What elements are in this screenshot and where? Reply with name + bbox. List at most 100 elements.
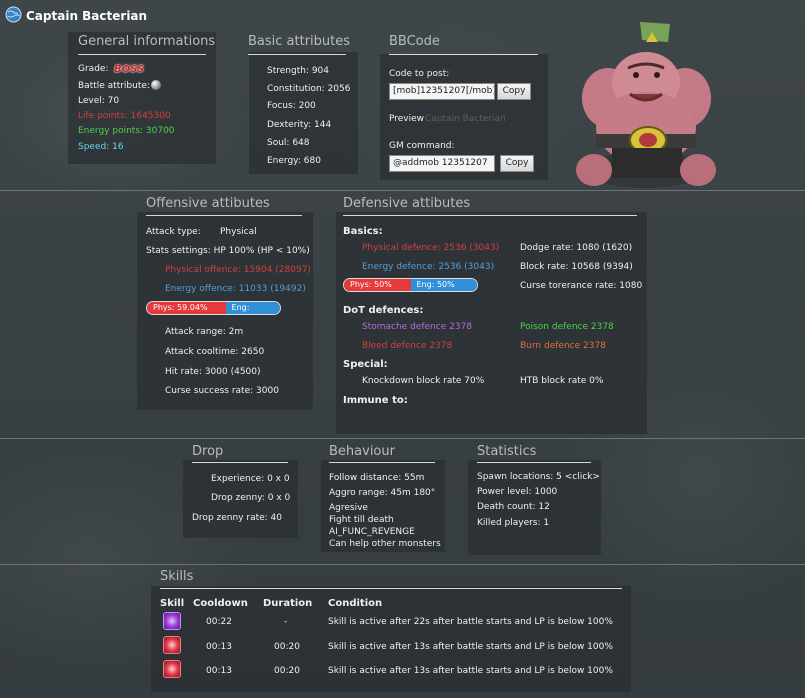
life-points-text: Life points: 1645300 bbox=[78, 111, 171, 121]
skill-row-duration: 00:20 bbox=[274, 666, 300, 676]
attack-cooltime-text: Attack cooltime: 2650 bbox=[165, 347, 265, 357]
drop-zenny-rate-text: Drop zenny rate: 40 bbox=[192, 513, 282, 523]
skill-row-cooldown: 00:13 bbox=[206, 666, 232, 676]
preview-label: Preview bbox=[389, 114, 425, 124]
offensive-heading: Offensive attibutes bbox=[146, 196, 270, 211]
death-count-text: Death count: 12 bbox=[477, 502, 550, 512]
offence-eng-segment: Eng: 40.96% bbox=[225, 302, 280, 314]
basics-title: Basics: bbox=[343, 226, 383, 237]
skill-row-condition: Skill is active after 13s after battle s… bbox=[328, 642, 613, 652]
htb-block-text: HTB block rate 0% bbox=[520, 376, 604, 386]
curse-tolerance-text: Curse torerance rate: 1080 bbox=[520, 281, 643, 291]
block-rate-text: Block rate: 10568 (9394) bbox=[520, 262, 633, 272]
copy-gm-button[interactable]: Copy bbox=[500, 155, 534, 172]
defensive-heading: Defensive attibutes bbox=[343, 196, 471, 211]
red-skill-icon[interactable] bbox=[163, 660, 181, 678]
code-to-post-label: Code to post: bbox=[389, 69, 450, 79]
special-title: Special: bbox=[343, 359, 388, 370]
dot-defences-title: DoT defences: bbox=[343, 305, 424, 316]
attack-type-value: Physical bbox=[220, 227, 257, 237]
dexterity-text: Dexterity: 144 bbox=[267, 120, 332, 130]
battle-attribute-label: Battle attribute: bbox=[78, 81, 150, 91]
energy-offence-text: Energy offence: 11033 (19492) bbox=[165, 284, 306, 294]
energy-defence-text: Energy defence: 2536 (3043) bbox=[362, 262, 495, 272]
stomache-defence-text: Stomache defence 2378 bbox=[362, 322, 472, 332]
strength-text: Strength: 904 bbox=[267, 66, 330, 76]
attack-range-text: Attack range: 2m bbox=[165, 327, 244, 337]
red-skill-icon[interactable] bbox=[163, 636, 181, 654]
constitution-text: Constitution: 2056 bbox=[267, 84, 351, 94]
hit-rate-text: Hit rate: 3000 (4500) bbox=[165, 367, 261, 377]
defence-eng-segment: Eng: 50% bbox=[410, 279, 477, 291]
experience-text: Experience: 0 x 0 bbox=[211, 474, 290, 484]
offence-phys-segment: Phys: 59.04% bbox=[147, 302, 226, 314]
can-help-text: Can help other monsters bbox=[329, 539, 441, 549]
skill-row-duration: - bbox=[284, 617, 288, 627]
purple-skill-icon[interactable] bbox=[163, 612, 181, 630]
cooldown-column-header: Cooldown bbox=[193, 598, 248, 609]
ai-func-revenge-text: AI_FUNC_REVENGE bbox=[329, 527, 415, 537]
general-rule bbox=[78, 54, 206, 55]
skill-column-header: Skill bbox=[160, 598, 185, 609]
boss-badge: BOSS bbox=[114, 64, 145, 75]
soul-text: Soul: 648 bbox=[267, 138, 310, 148]
skill-row-condition: Skill is active after 13s after battle s… bbox=[328, 666, 613, 676]
offence-ratio-bar: Phys: 59.04% Eng: 40.96% bbox=[146, 301, 281, 315]
speed-text: Speed: 16 bbox=[78, 142, 124, 152]
basic-rule bbox=[248, 54, 346, 55]
focus-text: Focus: 200 bbox=[267, 101, 316, 111]
condition-column-header: Condition bbox=[328, 598, 383, 609]
skill-row-duration: 00:20 bbox=[274, 642, 300, 652]
bbcode-heading: BBCode bbox=[389, 34, 440, 49]
statistics-rule bbox=[477, 462, 591, 463]
duration-column-header: Duration bbox=[263, 598, 313, 609]
page-title: Captain Bacterian bbox=[26, 9, 148, 23]
energy-points-text: Energy points: 30700 bbox=[78, 126, 175, 136]
bbcode-input[interactable]: [mob]12351207[/mob] bbox=[389, 83, 495, 100]
statistics-heading: Statistics bbox=[477, 444, 537, 459]
stats-settings-text: Stats settings: HP 100% (HP < 10%) bbox=[146, 246, 310, 256]
bleed-defence-text: Bleed defence 2378 bbox=[362, 341, 453, 351]
gm-command-label: GM command: bbox=[389, 141, 455, 151]
section-divider bbox=[0, 438, 805, 439]
drop-zenny-text: Drop zenny: 0 x 0 bbox=[211, 493, 291, 503]
aggro-range-text: Aggro range: 45m 180° bbox=[329, 488, 436, 498]
burn-defence-text: Burn defence 2378 bbox=[520, 341, 606, 351]
follow-distance-text: Follow distance: 55m bbox=[329, 473, 425, 483]
dodge-rate-text: Dodge rate: 1080 (1620) bbox=[520, 243, 633, 253]
globe-icon bbox=[5, 6, 22, 23]
killed-players-text: Killed players: 1 bbox=[477, 518, 550, 528]
battle-attribute-icon bbox=[151, 80, 161, 90]
physical-offence-text: Physical offence: 15904 (28097) bbox=[165, 265, 311, 275]
skill-row-cooldown: 00:13 bbox=[206, 642, 232, 652]
energy-text: Energy: 680 bbox=[267, 156, 321, 166]
bbcode-rule bbox=[389, 54, 538, 55]
boss-portrait bbox=[570, 20, 720, 192]
grade-label: Grade: bbox=[78, 64, 109, 74]
power-level-text: Power level: 1000 bbox=[477, 487, 558, 497]
physical-defence-text: Physical defence: 2536 (3043) bbox=[362, 243, 500, 253]
knockdown-block-text: Knockdown block rate 70% bbox=[362, 376, 485, 386]
defence-phys-segment: Phys: 50% bbox=[344, 279, 411, 291]
section-divider bbox=[0, 564, 805, 565]
immune-to-title: Immune to: bbox=[343, 395, 408, 406]
defensive-rule bbox=[343, 215, 637, 216]
defence-ratio-bar: Phys: 50% Eng: 50% bbox=[343, 278, 478, 292]
preview-link[interactable]: Captain Bacterian bbox=[425, 114, 506, 124]
curse-success-text: Curse success rate: 3000 bbox=[165, 386, 279, 396]
skills-heading: Skills bbox=[160, 569, 194, 584]
agresive-text: Agresive bbox=[329, 503, 368, 513]
gm-command-input[interactable]: @addmob 12351207 bbox=[389, 155, 495, 172]
offensive-rule bbox=[146, 215, 302, 216]
skill-row-cooldown: 00:22 bbox=[206, 617, 232, 627]
behaviour-heading: Behaviour bbox=[329, 444, 395, 459]
spawn-locations-link[interactable]: Spawn locations: 5 <click> bbox=[477, 472, 600, 482]
section-divider bbox=[0, 190, 805, 191]
fight-till-death-text: Fight till death bbox=[329, 515, 394, 525]
skills-rule bbox=[160, 588, 622, 589]
drop-heading: Drop bbox=[192, 444, 224, 459]
behaviour-rule bbox=[329, 462, 435, 463]
copy-bbcode-button[interactable]: Copy bbox=[497, 83, 531, 100]
poison-defence-text: Poison defence 2378 bbox=[520, 322, 614, 332]
drop-rule bbox=[192, 462, 288, 463]
